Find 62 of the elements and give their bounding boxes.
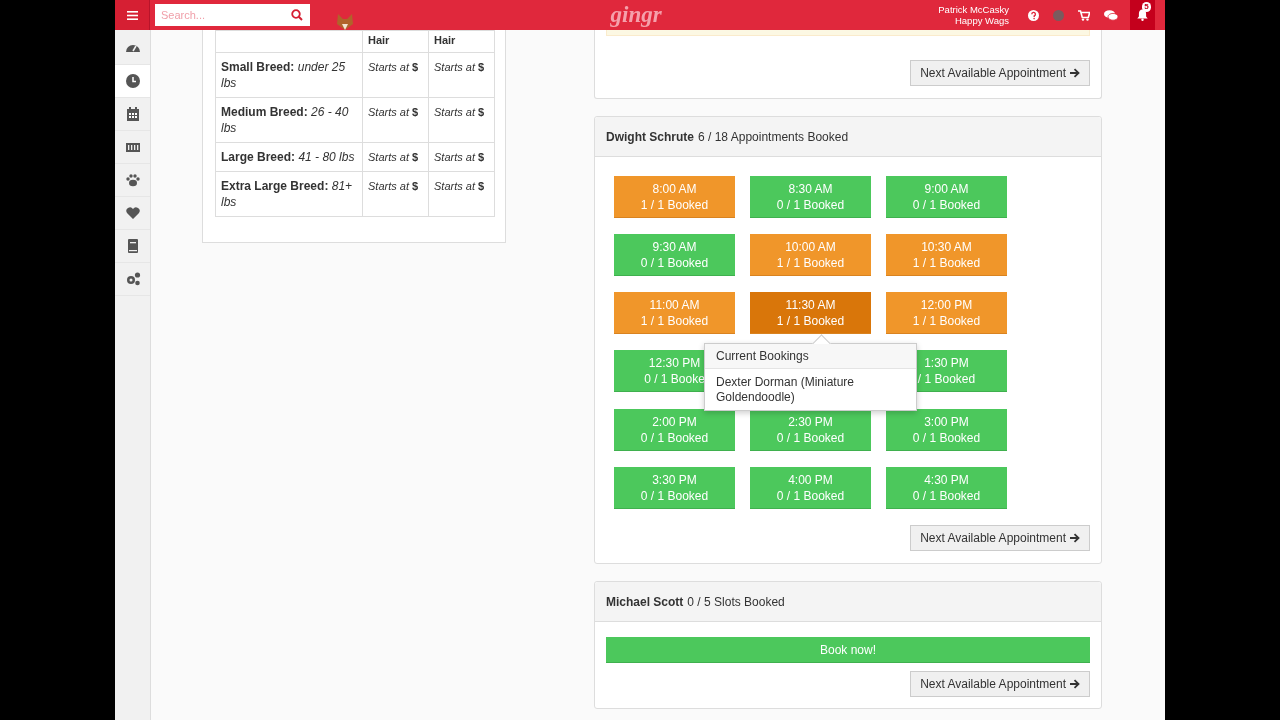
popover-title: Current Bookings [705,344,916,369]
time-slot[interactable]: 11:00 AM 1 / 1 Booked [614,292,735,334]
table-cell: Starts at $ [428,171,495,217]
search-field[interactable]: Search... [155,4,310,26]
menu-button[interactable] [115,0,150,30]
time-slot[interactable]: 2:30 PM 0 / 1 Booked [750,409,871,451]
table-cell: Extra Large Breed: 81+ lbs [215,171,363,217]
table-header-cell: Hair [428,30,495,53]
menu-icon [126,10,138,20]
time-slot[interactable]: 9:30 AM 0 / 1 Booked [614,234,735,276]
time-slot[interactable]: 8:30 AM 0 / 1 Booked [750,176,871,218]
table-cell: Starts at $ [362,171,429,217]
user-name[interactable]: Patrick McCasky [938,4,1009,15]
search-icon[interactable] [291,9,303,21]
time-slot[interactable]: 10:30 AM 1 / 1 Booked [886,234,1007,276]
next-appointment-button[interactable]: Next Available Appointment [910,60,1090,86]
table-header-cell: Hair [362,30,429,53]
time-slot[interactable]: 9:00 AM 0 / 1 Booked [886,176,1007,218]
arrow-right-icon [1070,533,1080,543]
time-slot[interactable]: 3:30 PM 0 / 1 Booked [614,467,735,509]
table-cell: Small Breed: under 25 lbs [215,52,363,98]
cart-icon[interactable] [1078,9,1090,21]
groomer-name: Dwight Schrute [606,129,694,144]
bell-icon [1137,9,1148,21]
notifications-button[interactable]: 5 [1130,0,1155,30]
table-cell: Medium Breed: 26 - 40 lbs [215,97,363,143]
business-name: Happy Wags [954,15,1009,26]
arrow-right-icon [1070,679,1080,689]
table-cell: Starts at $ [428,97,495,143]
time-slot[interactable]: 11:30 AM 1 / 1 Booked [750,292,871,334]
status-dot-icon[interactable] [1053,9,1064,21]
time-slot[interactable]: 3:00 PM 0 / 1 Booked [886,409,1007,451]
gears-icon [124,271,141,287]
arrow-right-icon [1070,68,1080,78]
next-appointment-button[interactable]: Next Available Appointment [910,525,1090,551]
table-cell: Starts at $ [362,52,429,98]
notification-badge: 5 [1142,2,1151,12]
clock-icon [124,73,141,89]
sidebar-item[interactable] [115,65,150,98]
table-cell: Starts at $ [362,97,429,143]
table-cell: Large Breed: 41 - 80 lbs [215,142,363,172]
time-slot[interactable]: 2:00 PM 0 / 1 Booked [614,409,735,451]
heart-icon [124,205,141,221]
dog-icon [336,14,354,30]
time-slot[interactable]: 8:00 AM 1 / 1 Booked [614,176,735,218]
table-cell: Starts at $ [428,52,495,98]
time-slot[interactable]: 12:00 PM 1 / 1 Booked [886,292,1007,334]
logo[interactable]: gingr [610,2,662,28]
next-appointment-button[interactable]: Next Available Appointment [910,671,1090,697]
chat-icon[interactable] [1104,9,1118,21]
calendar-icon [124,106,141,122]
time-slot[interactable]: 10:00 AM 1 / 1 Booked [750,234,871,276]
booking-summary: 0 / 5 Slots Booked [687,594,785,609]
booking-summary: 6 / 18 Appointments Booked [698,129,849,144]
table-cell: Starts at $ [362,142,429,172]
paw-icon [124,172,141,188]
time-slot[interactable]: 4:00 PM 0 / 1 Booked [750,467,871,509]
book-now-button[interactable]: Book now! [606,637,1090,663]
time-slot[interactable]: 4:30 PM 0 / 1 Booked [886,467,1007,509]
groomer-name: Michael Scott [606,594,684,609]
help-icon[interactable] [1028,9,1039,21]
table-cell: Starts at $ [428,142,495,172]
